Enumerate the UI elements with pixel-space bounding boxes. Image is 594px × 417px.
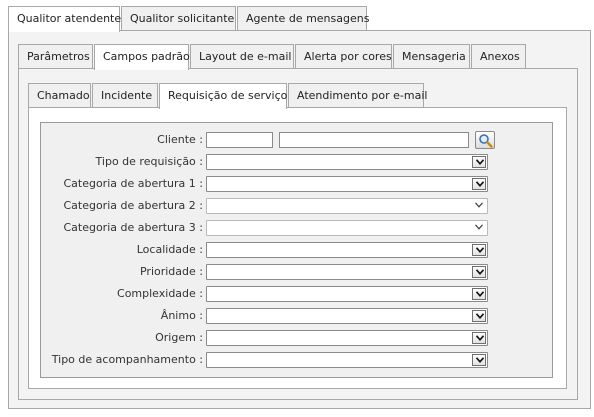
tab-atendimento-por-email[interactable]: Atendimento por e-mail xyxy=(288,83,427,108)
chevron-down-icon[interactable] xyxy=(472,288,486,300)
chevron-down-icon[interactable] xyxy=(472,222,486,234)
cliente-code-input[interactable] xyxy=(206,132,273,148)
categoria-abertura-3-select[interactable] xyxy=(206,220,488,236)
tab-qualitor-atendente[interactable]: Qualitor atendente xyxy=(8,6,121,32)
prioridade-label: Prioridade : xyxy=(139,265,203,278)
complexidade-select[interactable] xyxy=(206,286,488,302)
categoria-abertura-2-select[interactable] xyxy=(206,198,488,214)
chevron-down-icon[interactable] xyxy=(472,156,486,168)
tipo-acompanhamento-label: Tipo de acompanhamento : xyxy=(51,353,203,366)
animo-label: Ânimo : xyxy=(160,309,203,322)
categoria-abertura-1-select[interactable] xyxy=(206,176,488,192)
tab-requisicao-de-servico[interactable]: Requisição de serviço xyxy=(159,83,287,109)
animo-select[interactable] xyxy=(206,308,488,324)
tab-parametros[interactable]: Parâmetros xyxy=(18,44,93,69)
chevron-down-icon[interactable] xyxy=(472,200,486,212)
search-magnifier-icon xyxy=(479,134,493,148)
tab-qualitor-solicitante[interactable]: Qualitor solicitante xyxy=(121,6,236,31)
origem-label: Origem : xyxy=(155,331,203,344)
tab-mensageria[interactable]: Mensageria xyxy=(393,44,470,69)
tab-layout-de-email[interactable]: Layout de e-mail xyxy=(190,44,294,69)
tipo-requisicao-select[interactable] xyxy=(206,154,488,170)
tipo-requisicao-label: Tipo de requisição : xyxy=(95,155,203,168)
chevron-down-icon[interactable] xyxy=(472,266,486,278)
tab-campos-padrao[interactable]: Campos padrão xyxy=(94,44,190,70)
cliente-name-input[interactable] xyxy=(279,132,469,148)
categoria-abertura-1-label: Categoria de abertura 1 : xyxy=(63,177,203,190)
cliente-search-button[interactable] xyxy=(475,131,495,149)
localidade-select[interactable] xyxy=(206,242,488,258)
complexidade-label: Complexidade : xyxy=(117,287,203,300)
categoria-abertura-3-label: Categoria de abertura 3 : xyxy=(63,221,203,234)
chevron-down-icon[interactable] xyxy=(472,178,486,190)
tab-agente-de-mensagens[interactable]: Agente de mensagens xyxy=(237,6,369,31)
localidade-label: Localidade : xyxy=(136,243,203,256)
tab-anexos[interactable]: Anexos xyxy=(471,44,526,69)
tab-chamado[interactable]: Chamado xyxy=(28,83,91,108)
tipo-acompanhamento-select[interactable] xyxy=(206,352,488,368)
chevron-down-icon[interactable] xyxy=(472,332,486,344)
origem-select[interactable] xyxy=(206,330,488,346)
prioridade-select[interactable] xyxy=(206,264,488,280)
cliente-label: Cliente : xyxy=(157,133,203,146)
chevron-down-icon[interactable] xyxy=(472,354,486,366)
tab-incidente[interactable]: Incidente xyxy=(92,83,158,108)
chevron-down-icon[interactable] xyxy=(472,244,486,256)
tab-alerta-por-cores[interactable]: Alerta por cores xyxy=(295,44,392,69)
chevron-down-icon[interactable] xyxy=(472,310,486,322)
categoria-abertura-2-label: Categoria de abertura 2 : xyxy=(63,199,203,212)
